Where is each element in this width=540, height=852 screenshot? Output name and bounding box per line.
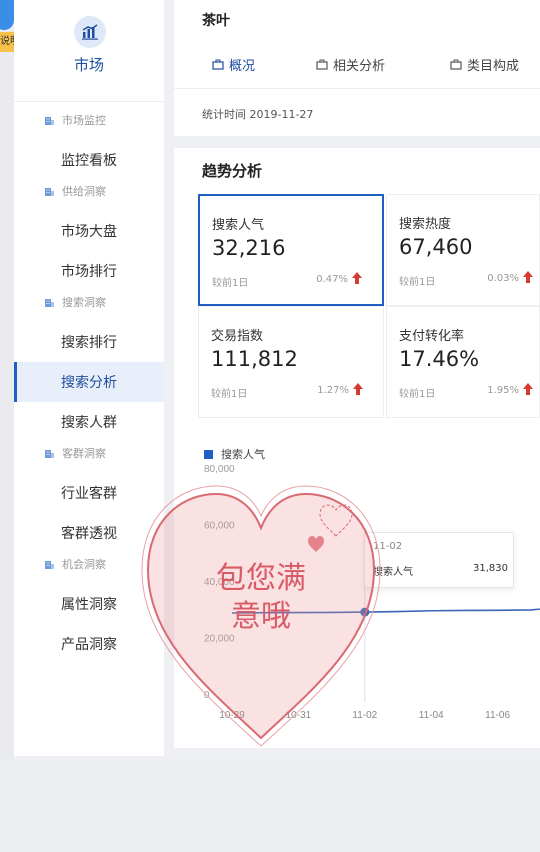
tab-overview-label: 概况 xyxy=(229,58,256,74)
x-tick-label: 11-04 xyxy=(419,710,444,721)
metric-value: 17.46% xyxy=(399,347,480,371)
metric-label: 搜索人气 xyxy=(212,218,265,233)
tab-related-analysis[interactable]: 相关分析 xyxy=(316,44,385,84)
category-header-card: 茶叶 概况 相关分析 类目构成 统计时间 2019-11-27 xyxy=(174,0,540,136)
metric-compare: 较前1日 xyxy=(399,277,436,288)
metric-compare: 较前1日 xyxy=(399,389,436,400)
sidebar-item-label: 搜索排行 xyxy=(61,335,117,351)
metric-label: 支付转化率 xyxy=(399,329,465,344)
arrow-up-icon xyxy=(352,272,362,284)
metric-value: 111,812 xyxy=(211,347,298,371)
building-icon xyxy=(45,449,54,458)
sidebar-group-2: 搜索洞察 xyxy=(44,292,106,312)
sidebar-group-label: 搜索洞察 xyxy=(62,296,106,309)
chart-legend[interactable]: 搜索人气 xyxy=(204,446,265,462)
related-tab-icon xyxy=(316,59,328,70)
sidebar-item[interactable]: 监控看板 xyxy=(14,140,164,180)
metric-value: 32,216 xyxy=(212,236,286,260)
sidebar-group-label: 市场监控 xyxy=(62,114,106,127)
sidebar-title: 市场 xyxy=(73,56,104,74)
chart-tooltip: 11-02 搜索人气 31,830 xyxy=(364,532,514,588)
sidebar-group-3: 客群洞察 xyxy=(44,443,106,463)
sidebar-item[interactable]: 搜索人群 xyxy=(14,402,164,442)
metric-label: 搜索热度 xyxy=(399,217,452,232)
tab-overview[interactable]: 概况 xyxy=(212,44,255,84)
legend-label: 搜索人气 xyxy=(221,448,265,461)
metric-card-search-heat[interactable]: 搜索热度 67,460 较前1日 0.03% xyxy=(386,194,540,306)
metric-value: 67,460 xyxy=(399,235,473,259)
sidebar-item[interactable]: 搜索排行 xyxy=(14,322,164,362)
sidebar-group-1: 供给洞察 xyxy=(44,181,106,201)
sidebar-item-label: 行业客群 xyxy=(61,486,117,502)
building-icon xyxy=(45,116,54,125)
legend-swatch xyxy=(204,449,213,459)
metric-pct: 0.47% xyxy=(316,274,348,285)
building-icon xyxy=(45,298,54,307)
tab-category-composition-label: 类目构成 xyxy=(467,58,520,74)
sidebar-divider xyxy=(14,101,164,102)
sidebar-item-label: 客群透视 xyxy=(61,526,117,542)
market-chart-icon xyxy=(74,16,106,48)
sidebar-group-label: 客群洞察 xyxy=(62,447,106,460)
tab-underline xyxy=(174,88,540,89)
tooltip-value: 31,830 xyxy=(473,563,508,574)
category-title: 茶叶 xyxy=(202,13,230,29)
sidebar-item-label: 市场大盘 xyxy=(61,224,117,240)
metric-card-search-popularity[interactable]: 搜索人气 32,216 较前1日 0.47% xyxy=(198,194,384,306)
sidebar-item-label: 监控看板 xyxy=(61,153,117,169)
sidebar-group-label: 机会洞察 xyxy=(62,558,106,571)
sidebar-item-label: 搜索分析 xyxy=(61,375,117,391)
help-avatar-icon[interactable] xyxy=(0,0,14,30)
overview-tab-icon xyxy=(212,59,224,70)
sidebar-item[interactable]: 搜索分析 xyxy=(14,362,164,402)
metric-compare: 较前1日 xyxy=(212,278,249,289)
metric-card-conversion-rate[interactable]: 支付转化率 17.46% 较前1日 1.95% xyxy=(386,306,540,418)
sidebar-item-label: 市场排行 xyxy=(61,264,117,280)
sidebar-group-label: 供给洞察 xyxy=(62,185,106,198)
metric-pct: 1.27% xyxy=(317,385,349,396)
metric-label: 交易指数 xyxy=(211,329,264,344)
arrow-up-icon xyxy=(353,383,363,395)
sidebar-item-label: 搜索人群 xyxy=(61,415,117,431)
sidebar-item-label: 产品洞察 xyxy=(61,637,117,653)
building-icon xyxy=(45,560,54,569)
trend-title: 趋势分析 xyxy=(202,162,263,180)
watermark-line-1: 包您满 xyxy=(216,561,306,596)
sidebar-item[interactable]: 市场大盘 xyxy=(14,211,164,251)
x-tick-label: 11-06 xyxy=(485,710,510,721)
metric-card-trade-index[interactable]: 交易指数 111,812 较前1日 1.27% xyxy=(198,306,384,418)
arrow-up-icon xyxy=(523,271,533,283)
category-tab-icon xyxy=(450,59,462,70)
heart-watermark: 包您满 意哦 xyxy=(140,470,382,750)
sidebar-item[interactable]: 市场排行 xyxy=(14,251,164,291)
tab-bar: 概况 相关分析 类目构成 xyxy=(174,44,540,90)
tab-category-composition[interactable]: 类目构成 xyxy=(450,44,519,84)
left-strip xyxy=(0,0,14,852)
metric-compare: 较前1日 xyxy=(211,389,248,400)
arrow-up-icon xyxy=(523,383,533,395)
tab-related-analysis-label: 相关分析 xyxy=(333,58,386,74)
sidebar-group-0: 市场监控 xyxy=(44,110,106,130)
stat-time: 统计时间 2019-11-27 xyxy=(202,108,314,121)
page-footer-band xyxy=(0,760,540,852)
metric-pct: 0.03% xyxy=(487,273,519,284)
sidebar-item-label: 属性洞察 xyxy=(61,597,117,613)
watermark-line-2: 意哦 xyxy=(231,599,291,634)
metric-pct: 1.95% xyxy=(487,385,519,396)
building-icon xyxy=(45,187,54,196)
sidebar-group-4: 机会洞察 xyxy=(44,554,106,574)
